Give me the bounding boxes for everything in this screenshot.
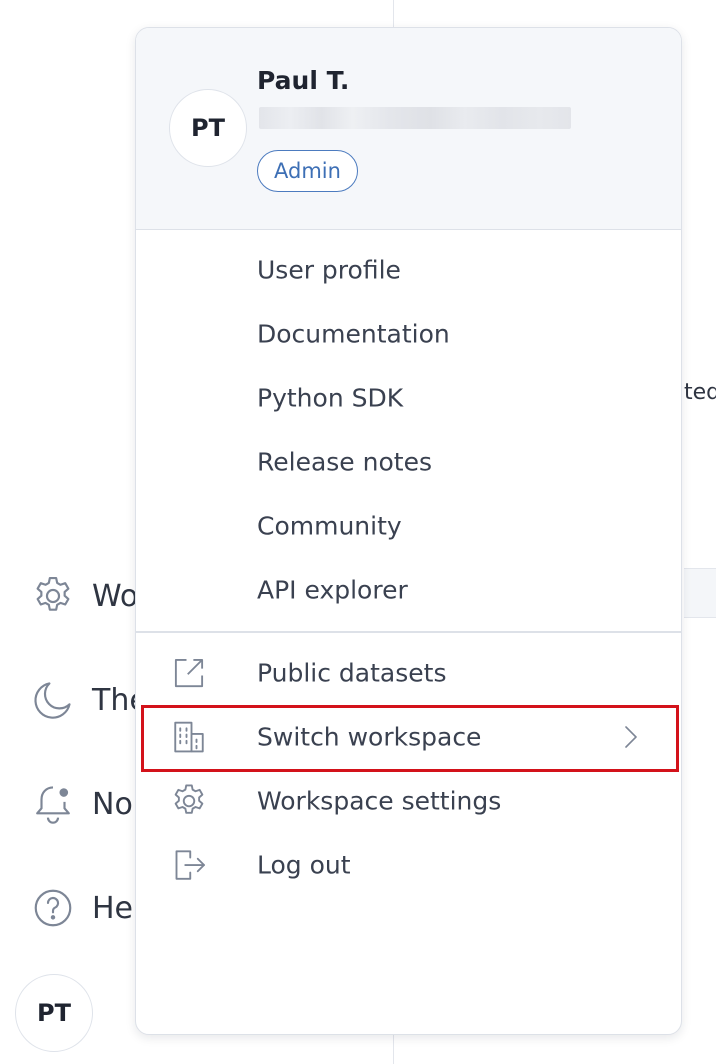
menu-item-api-explorer[interactable]: API explorer: [136, 558, 681, 622]
sidebar-item-notifications[interactable]: No: [30, 780, 133, 828]
account-dropdown-menu: PT Paul T. Admin User profile Documentat…: [135, 27, 682, 1035]
menu-divider: [136, 631, 681, 633]
menu-item-community[interactable]: Community: [136, 494, 681, 558]
menu-item-label: Python SDK: [257, 383, 404, 413]
gear-icon: [30, 573, 76, 619]
background-table-row: [684, 568, 716, 618]
menu-item-label: Release notes: [257, 447, 432, 477]
menu-item-user-profile[interactable]: User profile: [136, 238, 681, 302]
sidebar-item-help[interactable]: He: [30, 884, 133, 932]
sidebar-item-workspace[interactable]: Wo: [30, 572, 138, 620]
sidebar-item-label: He: [92, 890, 134, 926]
external-link-icon: [169, 653, 209, 693]
menu-item-public-datasets[interactable]: Public datasets: [136, 641, 681, 705]
building-icon: [169, 717, 209, 757]
menu-item-label: Log out: [257, 850, 351, 880]
menu-item-label: Public datasets: [257, 658, 447, 688]
menu-item-workspace-settings[interactable]: Workspace settings: [136, 769, 681, 833]
redacted-email: [259, 107, 571, 129]
menu-item-label: User profile: [257, 255, 401, 285]
sidebar-avatar-button[interactable]: PT: [15, 974, 93, 1052]
menu-item-label: Switch workspace: [257, 722, 482, 752]
background-partial-text: ted: [684, 380, 716, 405]
menu-item-release-notes[interactable]: Release notes: [136, 430, 681, 494]
menu-item-label: API explorer: [257, 575, 408, 605]
sidebar-item-label: Wo: [92, 578, 139, 614]
menu-item-switch-workspace[interactable]: Switch workspace: [136, 705, 681, 769]
menu-item-label: Community: [257, 511, 402, 541]
user-name: Paul T.: [257, 66, 350, 95]
help-icon: [30, 885, 76, 931]
avatar: PT: [169, 89, 247, 167]
sidebar-item-label: No: [92, 786, 133, 822]
account-header: PT Paul T. Admin: [136, 28, 681, 230]
menu-item-python-sdk[interactable]: Python SDK: [136, 366, 681, 430]
moon-icon: [30, 677, 76, 723]
sidebar-item-theme[interactable]: The: [30, 676, 148, 724]
chevron-right-icon: [618, 721, 642, 753]
gear-icon: [169, 781, 209, 821]
bell-icon: [30, 781, 76, 827]
menu-item-log-out[interactable]: Log out: [136, 833, 681, 897]
menu-item-label: Workspace settings: [257, 786, 502, 816]
menu-item-label: Documentation: [257, 319, 450, 349]
role-badge: Admin: [257, 150, 358, 192]
logout-icon: [169, 845, 209, 885]
menu-item-documentation[interactable]: Documentation: [136, 302, 681, 366]
